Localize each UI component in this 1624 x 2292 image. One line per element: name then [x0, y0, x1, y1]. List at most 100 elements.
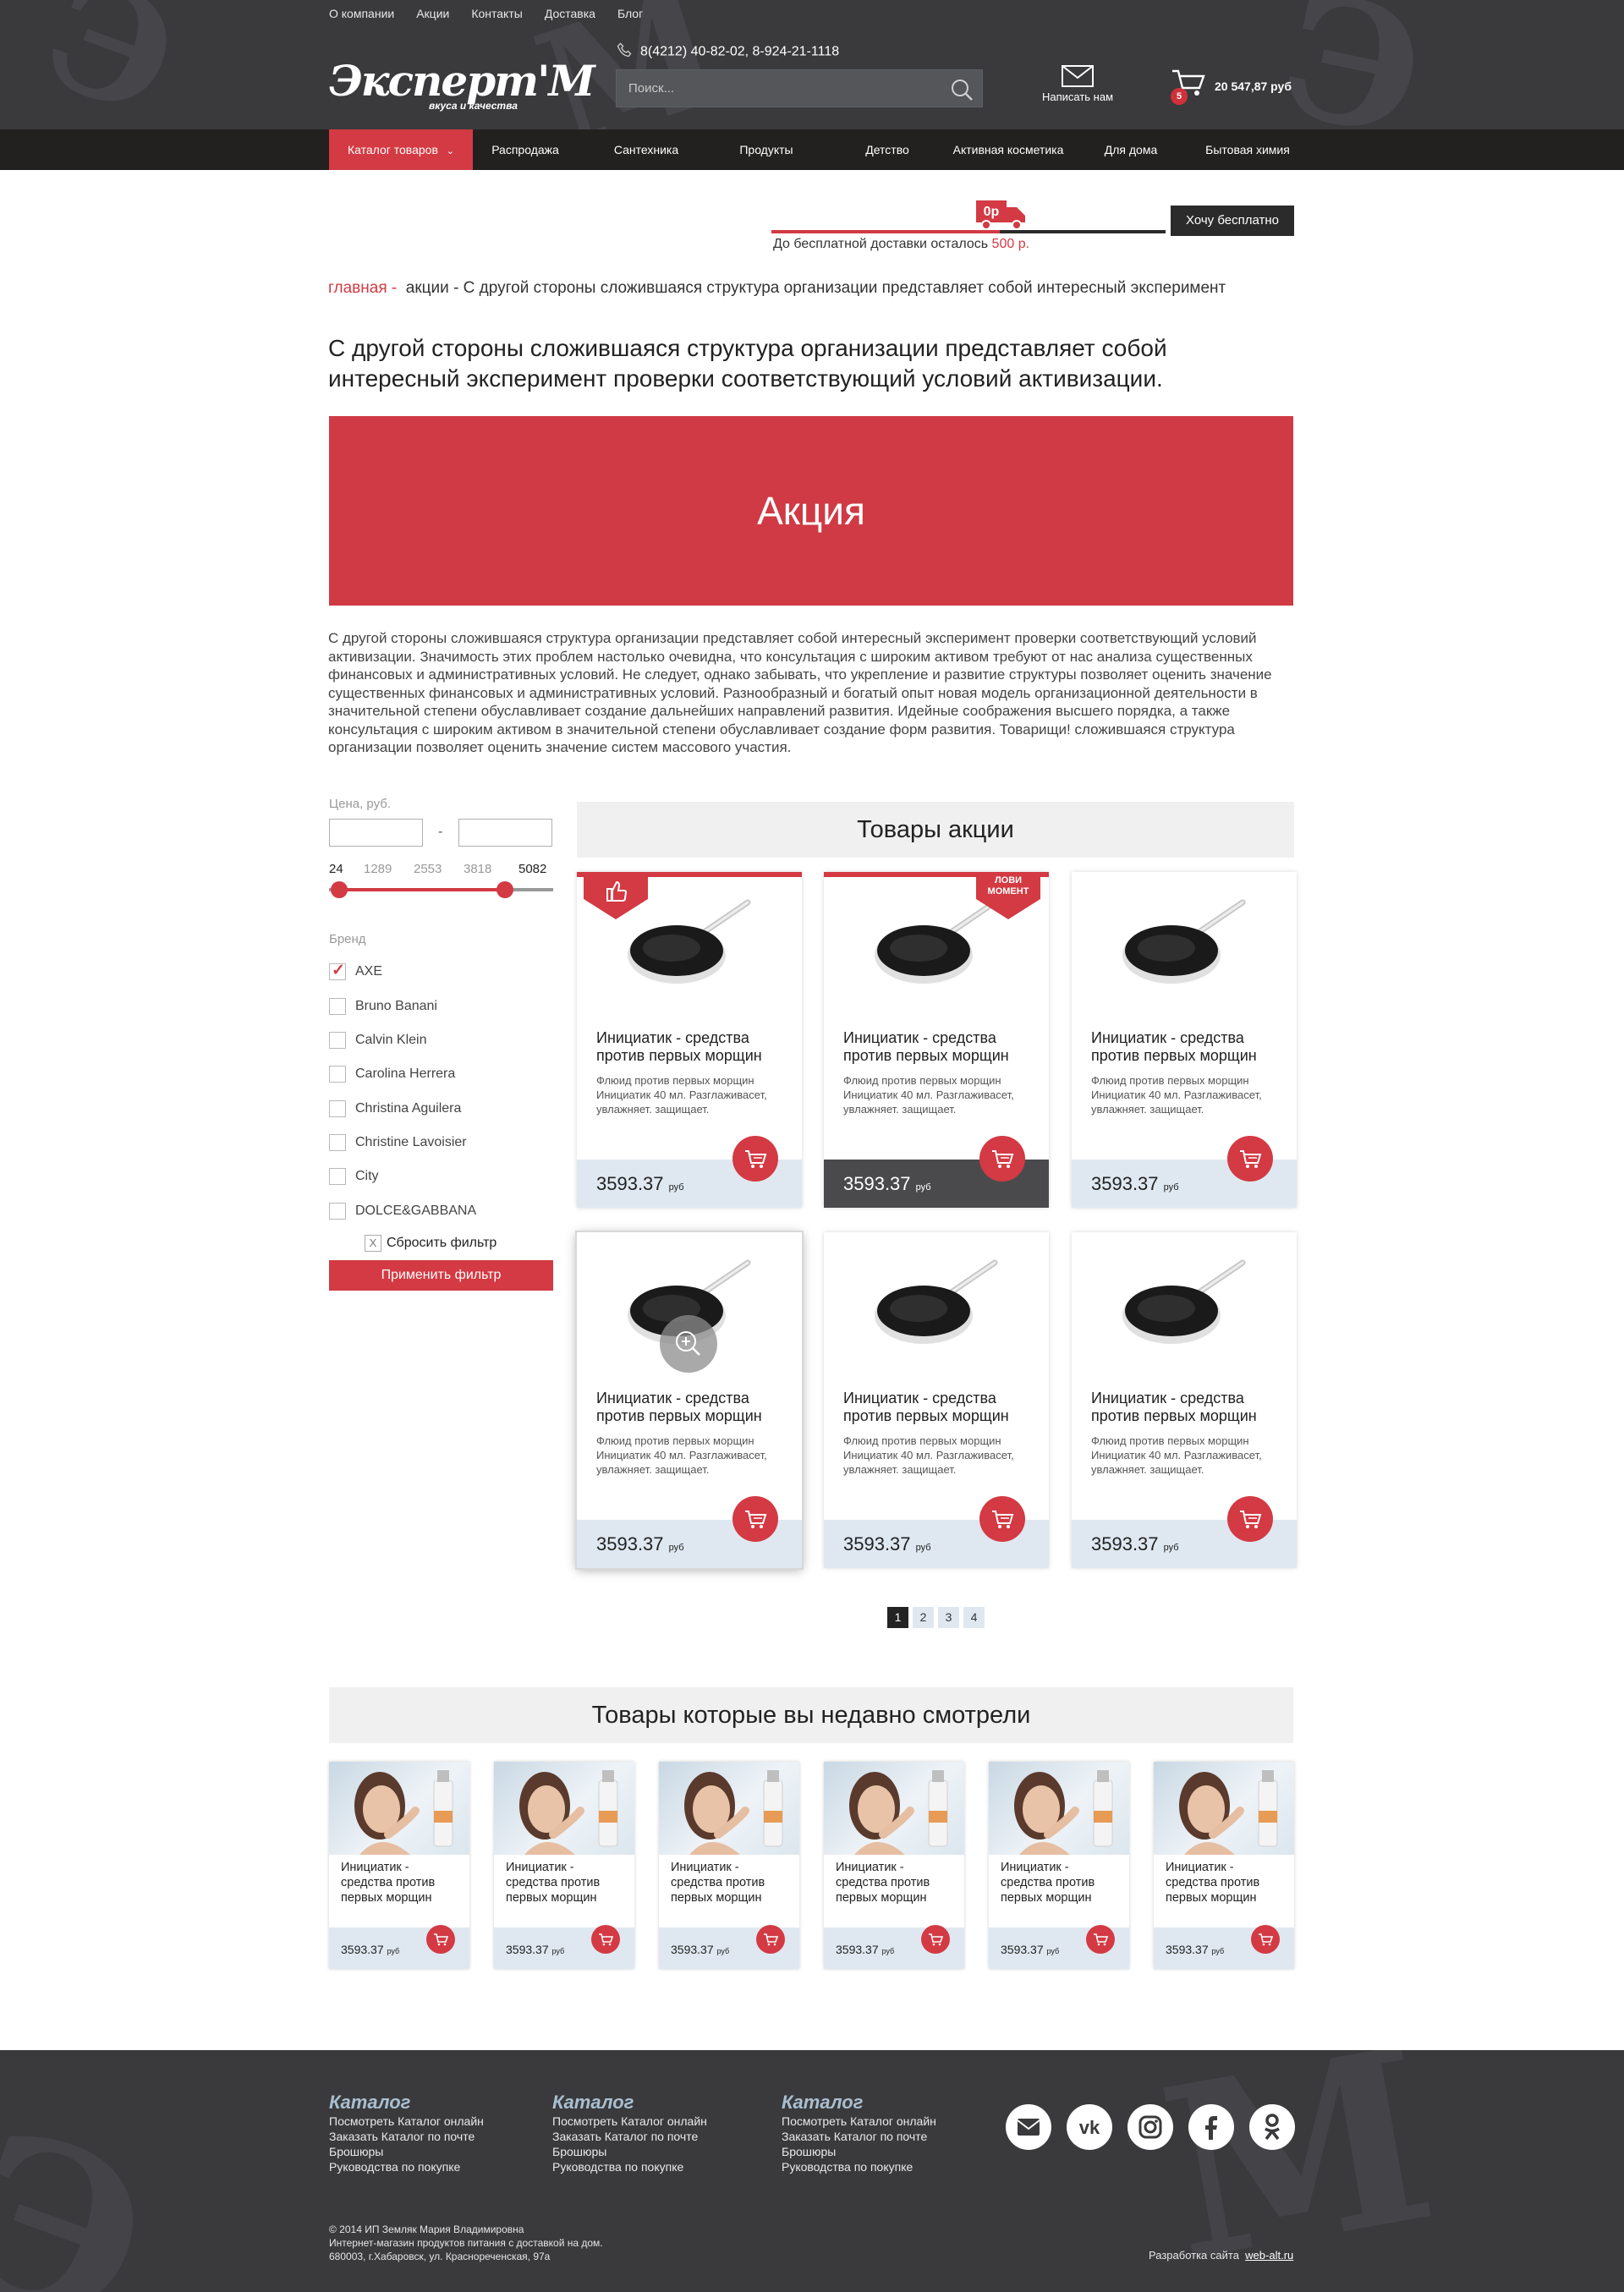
- recent-product-title[interactable]: Инициатик - средства против первых морщи…: [1166, 1860, 1284, 1905]
- add-to-cart-button[interactable]: [1086, 1925, 1115, 1954]
- recent-product-title[interactable]: Инициатик - средства против первых морщи…: [836, 1860, 954, 1905]
- breadcrumb-section[interactable]: акции: [406, 279, 449, 297]
- product-title[interactable]: Инициатик - средства против первых морщи…: [1091, 1390, 1279, 1425]
- product-title[interactable]: Инициатик - средства против первых морщи…: [596, 1029, 784, 1065]
- product-card[interactable]: Инициатик - средства против первых морщи…: [1072, 872, 1297, 1208]
- facebook-icon[interactable]: [1188, 2104, 1234, 2150]
- footer-link[interactable]: Посмотреть Каталог онлайн: [552, 2114, 707, 2129]
- product-card[interactable]: Инициатик - средства против первых морщи…: [1072, 1232, 1297, 1568]
- product-title[interactable]: Инициатик - средства против первых морщи…: [843, 1390, 1031, 1425]
- price-slider-max-handle[interactable]: [497, 881, 513, 898]
- add-to-cart-button[interactable]: [1227, 1136, 1273, 1182]
- page-button[interactable]: 2: [913, 1607, 934, 1628]
- free-delivery-button[interactable]: Хочу бесплатно: [1171, 206, 1294, 236]
- product-card[interactable]: Инициатик - средства против первых морщи…: [577, 872, 802, 1208]
- brand-option[interactable]: Bruno Banani: [329, 996, 437, 1017]
- brand-checkbox[interactable]: [329, 1203, 346, 1220]
- product-card[interactable]: Инициатик - средства против первых морщи…: [577, 1232, 802, 1568]
- add-to-cart-button[interactable]: [1227, 1496, 1273, 1542]
- brand-checkbox[interactable]: [329, 1134, 346, 1151]
- breadcrumb-home[interactable]: главная: [328, 279, 387, 297]
- recent-product-card[interactable]: Инициатик - средства против первых морщи…: [989, 1762, 1129, 1969]
- footer-link[interactable]: Брошюры: [782, 2144, 936, 2159]
- brand-checkbox[interactable]: [329, 1032, 346, 1049]
- developer-link[interactable]: web-alt.ru: [1245, 2249, 1293, 2262]
- search-icon[interactable]: [950, 78, 974, 106]
- top-menu-link[interactable]: Контакты: [471, 7, 522, 20]
- price-slider-min-handle[interactable]: [331, 881, 348, 898]
- page-button[interactable]: 1: [887, 1607, 908, 1628]
- instagram-icon[interactable]: [1127, 2104, 1173, 2150]
- vk-icon[interactable]: vk: [1067, 2104, 1112, 2150]
- brand-option[interactable]: Calvin Klein: [329, 1030, 426, 1050]
- nav-item-cosmetics[interactable]: Активная косметика: [941, 129, 1076, 170]
- add-to-cart-button[interactable]: [756, 1925, 785, 1954]
- recent-product-title[interactable]: Инициатик - средства против первых морщи…: [671, 1860, 789, 1905]
- footer-link[interactable]: Заказать Каталог по почте: [329, 2129, 484, 2144]
- recent-product-card[interactable]: Инициатик - средства против первых морщи…: [824, 1762, 964, 1969]
- brand-checkbox[interactable]: [329, 998, 346, 1015]
- brand-checkbox[interactable]: ✓: [329, 962, 346, 980]
- logo[interactable]: Эксперт'М вкуса и качества: [329, 58, 595, 113]
- add-to-cart-button[interactable]: [732, 1496, 778, 1542]
- brand-checkbox[interactable]: [329, 1066, 346, 1083]
- odnoklassniki-icon[interactable]: [1249, 2104, 1295, 2150]
- brand-option[interactable]: Christina Aguilera: [329, 1099, 461, 1119]
- product-title[interactable]: Инициатик - средства против первых морщи…: [843, 1029, 1031, 1065]
- add-to-cart-button[interactable]: [921, 1925, 950, 1954]
- page-button[interactable]: 3: [938, 1607, 959, 1628]
- add-to-cart-button[interactable]: [732, 1136, 778, 1182]
- nav-item-childhood[interactable]: Детство: [842, 129, 933, 170]
- product-title[interactable]: Инициатик - средства против первых морщи…: [596, 1390, 784, 1425]
- price-slider[interactable]: [329, 881, 553, 898]
- top-menu-link[interactable]: Акции: [416, 7, 449, 20]
- footer-link[interactable]: Брошюры: [329, 2144, 484, 2159]
- price-to-input[interactable]: [458, 819, 552, 847]
- nav-item-home[interactable]: Для дома: [1085, 129, 1177, 170]
- brand-option[interactable]: DOLCE&GABBANA: [329, 1201, 476, 1221]
- nav-item-plumbing[interactable]: Сантехника: [601, 129, 692, 170]
- footer-link[interactable]: Заказать Каталог по почте: [552, 2129, 707, 2144]
- product-card[interactable]: Инициатик - средства против первых морщи…: [824, 1232, 1049, 1568]
- footer-link[interactable]: Посмотреть Каталог онлайн: [329, 2114, 484, 2129]
- add-to-cart-button[interactable]: [426, 1925, 455, 1954]
- brand-option[interactable]: Carolina Herrera: [329, 1064, 455, 1084]
- footer-link[interactable]: Руководства по покупке: [329, 2159, 484, 2174]
- brand-checkbox[interactable]: [329, 1100, 346, 1117]
- footer-link[interactable]: Посмотреть Каталог онлайн: [782, 2114, 936, 2129]
- recent-product-card[interactable]: Инициатик - средства против первых морщи…: [329, 1762, 469, 1969]
- add-to-cart-button[interactable]: [591, 1925, 620, 1954]
- search-input[interactable]: [617, 70, 938, 107]
- top-menu-link[interactable]: Блог: [617, 7, 643, 20]
- brand-option[interactable]: City: [329, 1166, 379, 1187]
- brand-option[interactable]: Christine Lavoisier: [329, 1132, 467, 1153]
- write-us-button[interactable]: Написать нам: [1039, 64, 1116, 103]
- nav-item-products[interactable]: Продукты: [721, 129, 812, 170]
- add-to-cart-button[interactable]: [979, 1496, 1025, 1542]
- nav-item-chemicals[interactable]: Бытовая химия: [1193, 129, 1303, 170]
- apply-filter-button[interactable]: Применить фильтр: [329, 1260, 553, 1291]
- brand-option[interactable]: ✓ AXE: [329, 962, 382, 982]
- top-menu-link[interactable]: О компании: [329, 7, 394, 20]
- footer-link[interactable]: Руководства по покупке: [782, 2159, 936, 2174]
- cart-button[interactable]: 5: [1171, 68, 1206, 105]
- page-button[interactable]: 4: [963, 1607, 985, 1628]
- top-menu-link[interactable]: Доставка: [545, 7, 595, 20]
- footer-link[interactable]: Заказать Каталог по почте: [782, 2129, 936, 2144]
- recent-product-title[interactable]: Инициатик - средства против первых морщи…: [1001, 1860, 1119, 1905]
- nav-item-catalog[interactable]: Каталог товаров ⌄: [329, 129, 473, 170]
- zoom-icon[interactable]: [660, 1315, 717, 1373]
- recent-product-card[interactable]: Инициатик - средства против первых морщи…: [494, 1762, 634, 1969]
- footer-link[interactable]: Брошюры: [552, 2144, 707, 2159]
- footer-link[interactable]: Руководства по покупке: [552, 2159, 707, 2174]
- recent-product-card[interactable]: Инициатик - средства против первых морщи…: [1154, 1762, 1294, 1969]
- recent-product-card[interactable]: Инициатик - средства против первых морщи…: [659, 1762, 799, 1969]
- add-to-cart-button[interactable]: [979, 1136, 1025, 1182]
- product-card[interactable]: ЛОВИ МОМЕНТ Инициатик - средства против п…: [824, 872, 1049, 1208]
- brand-checkbox[interactable]: [329, 1168, 346, 1185]
- nav-item-sale[interactable]: Распродажа: [480, 129, 571, 170]
- recent-product-title[interactable]: Инициатик - средства против первых морщи…: [506, 1860, 624, 1905]
- recent-product-title[interactable]: Инициатик - средства против первых морщи…: [341, 1860, 459, 1905]
- product-title[interactable]: Инициатик - средства против первых морщи…: [1091, 1029, 1279, 1065]
- add-to-cart-button[interactable]: [1251, 1925, 1280, 1954]
